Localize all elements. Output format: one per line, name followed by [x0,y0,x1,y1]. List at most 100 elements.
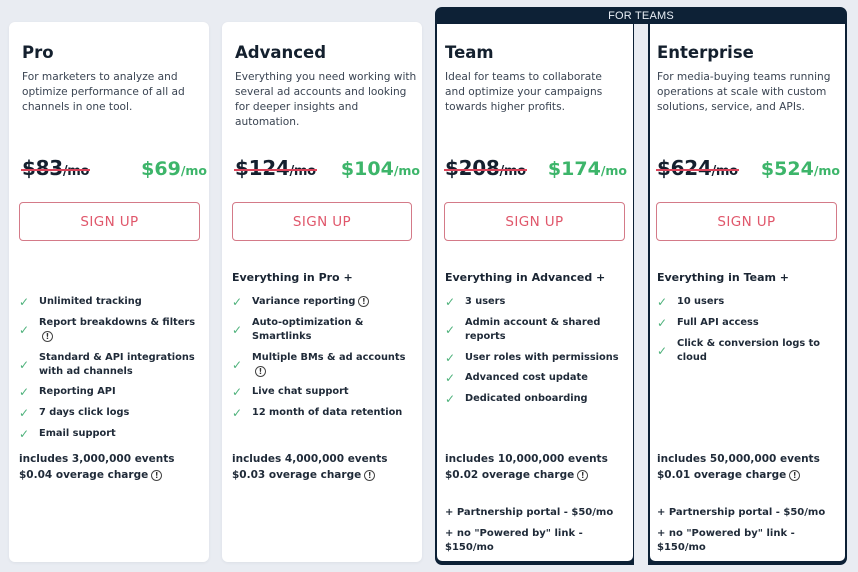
feature-item: ✓ Click & conversion logs to cloud [657,337,837,365]
addon-no-powered-by: + no "Powered by" link - $150/mo [445,528,583,553]
feature-text: Standard & API integrations with ad chan… [39,351,195,377]
check-icon: ✓ [232,385,243,400]
info-icon[interactable]: ! [42,330,53,342]
plan-name: Pro [22,43,54,62]
price-row: $624/mo $524/mo [656,156,840,180]
new-price: $69/mo [141,158,207,180]
old-price-period: /mo [62,164,90,179]
check-icon: ✓ [657,295,668,309]
feature-list: ✓ Unlimited tracking ✓ Report breakdowns &… [19,295,204,448]
plan-card-enterprise: Enterprise For media-buying teams runnin… [650,24,845,561]
feature-item: ✓ Live chat support [232,385,417,399]
price-row: $124/mo $104/mo [234,156,420,180]
signup-button-advanced[interactable]: SIGN UP [232,202,412,241]
old-price: $208/mo [444,156,527,180]
check-icon: ✓ [232,322,243,337]
included-events: includes 50,000,000 events [657,453,820,465]
feature-item: ✓ 3 users [445,295,625,309]
feature-text: Unlimited tracking [39,296,142,307]
feature-item: ✓ Auto-optimization & Smartlinks [232,316,417,344]
feature-list: ✓ 3 users ✓ Admin account & shared reports… [445,295,625,413]
feature-text: Multiple BMs & ad accounts! [252,351,417,379]
check-icon: ✓ [232,357,243,372]
events-block: includes 3,000,000 events $0.04 overage … [19,452,175,483]
overage-text: $0.03 overage charge [232,468,362,481]
info-icon[interactable]: ! [151,469,163,481]
feature-item: ✓ Full API access [657,316,837,330]
plan-description: For media-buying teams running operation… [657,71,831,113]
feature-text: Full API access [677,316,759,328]
signup-button-pro[interactable]: SIGN UP [19,202,200,241]
feature-text: Click & conversion logs to cloud [677,337,821,363]
feature-text: 12 month of data retention [252,407,403,419]
everything-in-heading: Everything in Pro + [232,271,353,284]
feature-item: ✓ Variance reporting! [232,295,417,309]
feature-label: Report breakdowns & filters [39,316,196,328]
check-icon: ✓ [445,371,456,386]
feature-text: Dedicated onboarding [465,393,588,405]
plan-card-team: Team Ideal for teams to collaborate and … [437,24,633,561]
check-icon: ✓ [19,385,30,400]
check-icon: ✓ [232,406,243,421]
feature-text: Email support [39,427,116,439]
overage-charge: $0.03 overage charge! [232,468,388,484]
feature-label: Variance reporting [252,296,356,307]
feature-item: ✓ 10 users [657,295,837,309]
old-price: $83/mo [20,156,91,180]
old-price-period: /mo [499,164,526,179]
plan-card-advanced: Advanced Everything you need working wit… [222,22,422,562]
feature-text: Reporting API [39,386,116,398]
plan-name: Team [445,43,494,62]
check-icon: ✓ [19,295,30,309]
signup-button-enterprise[interactable]: SIGN UP [656,202,837,241]
check-icon: ✓ [19,426,30,441]
info-icon[interactable]: ! [577,469,589,481]
check-icon: ✓ [445,350,456,365]
feature-text: 10 users [677,296,725,307]
feature-list: ✓ 10 users ✓ Full API access ✓ Click & conv… [657,295,837,371]
new-price-period: /mo [813,163,840,178]
events-block: includes 10,000,000 events $0.02 overage… [445,452,608,483]
feature-text: 3 users [465,296,506,307]
plan-description: For marketers to analyze and optimize pe… [22,71,185,113]
old-price: $124/mo [234,156,317,180]
overage-text: $0.01 overage charge [657,468,787,481]
check-icon: ✓ [445,322,456,337]
info-icon[interactable]: ! [364,469,376,481]
feature-item: ✓ Admin account & shared reports [445,316,625,344]
info-icon[interactable]: ! [789,469,801,481]
new-price-amount: $69 [141,158,181,180]
info-icon[interactable]: ! [358,296,370,307]
feature-text: 7 days click logs [39,407,130,419]
plan-name: Advanced [235,43,326,62]
feature-item: ✓ Unlimited tracking [19,295,204,309]
addons-list: + Partnership portal - $50/mo + no "Powe… [657,506,845,562]
feature-text: User roles with permissions [465,351,619,363]
pricing-page: FOR TEAMS Pro For marketers to analyze a… [0,0,858,572]
addon-no-powered-by: + no "Powered by" link - $150/mo [657,528,795,553]
feature-item: ✓ Multiple BMs & ad accounts! [232,351,417,379]
info-icon[interactable]: ! [255,365,266,377]
overage-text: $0.04 overage charge [19,468,149,481]
feature-item: ✓ Reporting API [19,385,204,399]
feature-text: Advanced cost update [465,372,588,384]
addons-list: + Partnership portal - $50/mo + no "Powe… [445,506,633,562]
feature-text: Live chat support [252,386,349,398]
feature-text: Variance reporting! [252,295,417,309]
new-price-amount: $104 [340,158,394,180]
everything-in-heading: Everything in Team + [657,271,789,284]
feature-text: Admin account & shared reports [465,316,601,342]
old-price: $624/mo [656,156,739,180]
new-price-amount: $524 [760,158,814,180]
events-block: includes 50,000,000 events $0.01 overage… [657,452,820,483]
events-block: includes 4,000,000 events $0.03 overage … [232,452,388,483]
signup-button-team[interactable]: SIGN UP [444,202,625,241]
plan-description: Everything you need working with several… [235,71,417,128]
old-price-amount: $124 [235,156,290,180]
plan-name: Enterprise [657,43,754,62]
feature-label: Multiple BMs & ad accounts [252,351,406,363]
check-icon: ✓ [657,343,668,358]
new-price: $524/mo [761,158,840,180]
new-price-amount: $174 [547,158,601,180]
plan-card-pro: Pro For marketers to analyze and optimiz… [9,22,209,562]
